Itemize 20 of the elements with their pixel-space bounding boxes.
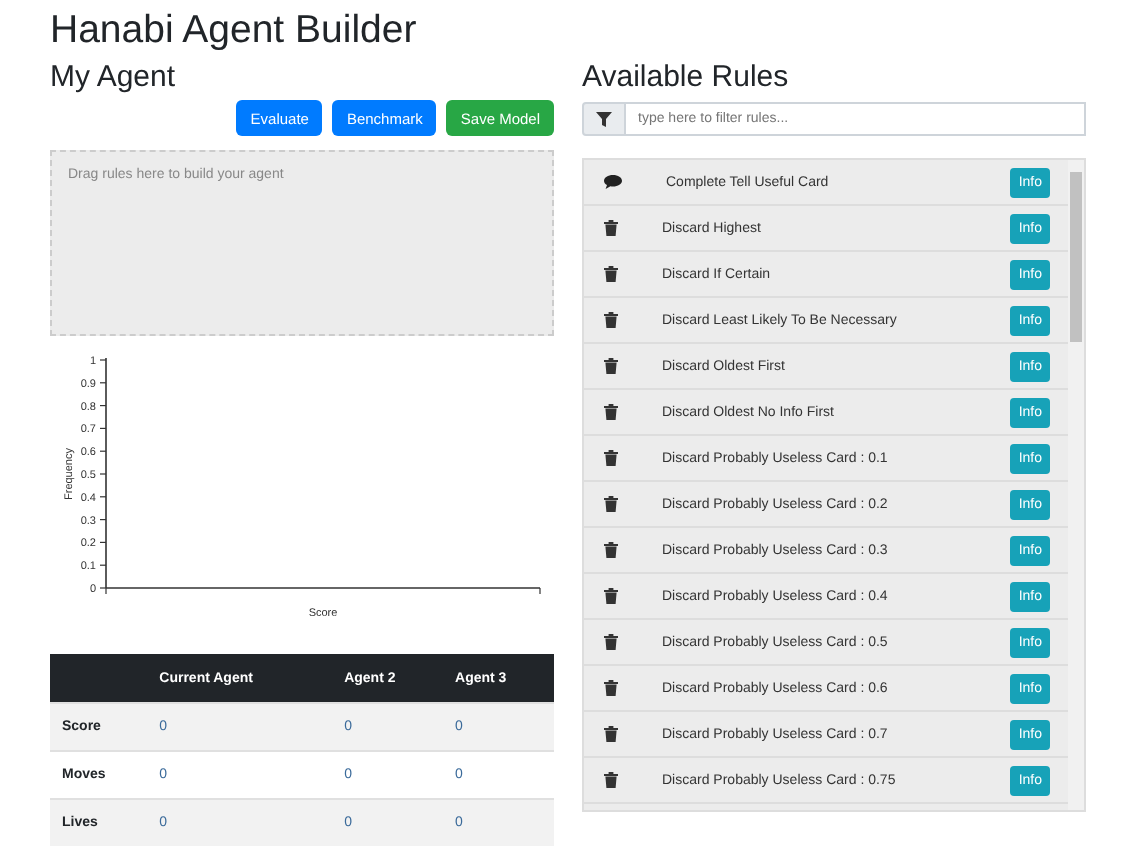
trash-icon	[604, 266, 618, 282]
trash-icon	[604, 680, 618, 696]
trash-icon	[604, 726, 618, 742]
page-title: Hanabi Agent Builder	[50, 8, 419, 52]
trash-icon	[604, 496, 618, 512]
trash-icon	[604, 450, 618, 466]
trash-icon	[604, 404, 618, 420]
scrollbar[interactable]	[1068, 160, 1084, 810]
speech-bubble-icon	[604, 174, 622, 190]
trash-icon	[604, 220, 618, 236]
section-heading: My Agent	[50, 60, 178, 96]
trash-icon	[604, 358, 618, 374]
filter-icon	[582, 102, 626, 136]
trash-icon	[604, 772, 618, 788]
trash-icon	[604, 634, 618, 650]
section-heading: Available Rules	[582, 60, 791, 96]
trash-icon	[604, 312, 618, 328]
trash-icon	[604, 542, 618, 558]
trash-icon	[604, 588, 618, 604]
column-header	[50, 654, 148, 703]
